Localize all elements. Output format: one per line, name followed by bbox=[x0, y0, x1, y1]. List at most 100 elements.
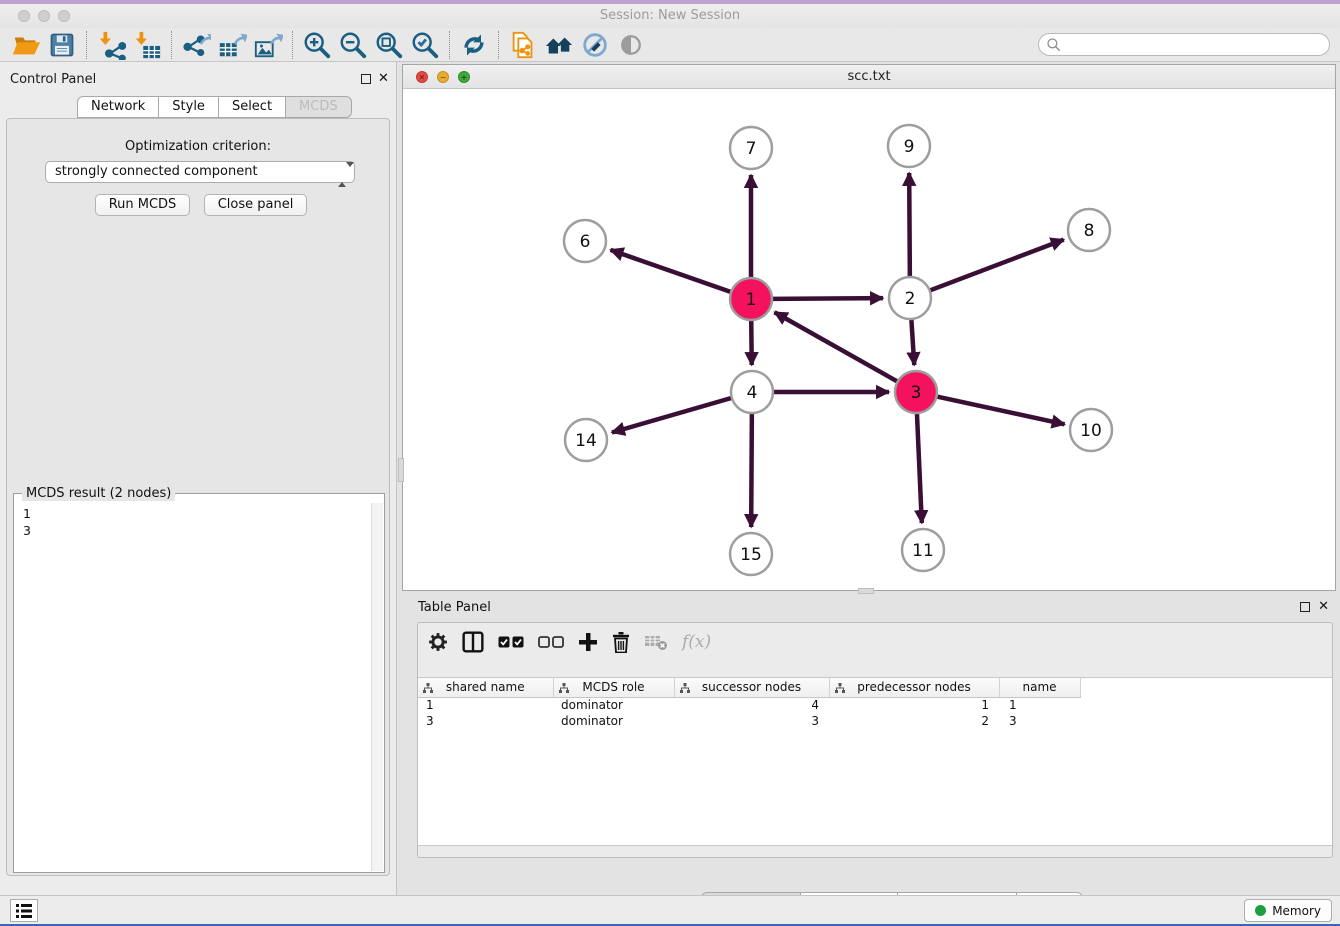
status-bar: Memory bbox=[0, 895, 1340, 924]
tab-select[interactable]: Select bbox=[219, 96, 286, 118]
column-header-name[interactable]: name bbox=[999, 678, 1080, 697]
graph-node-label: 10 bbox=[1080, 421, 1102, 441]
eye-button[interactable] bbox=[613, 29, 649, 61]
control-panel: Control Panel ✕ Network Style Select MCD… bbox=[0, 62, 397, 895]
graph-edge-1-2[interactable] bbox=[773, 298, 883, 299]
graph-edge-2-3[interactable] bbox=[911, 320, 914, 365]
table-row[interactable]: 1dominator411 bbox=[418, 697, 1080, 713]
table-cell: 3 bbox=[674, 713, 829, 729]
toolbar-separator bbox=[171, 31, 172, 59]
graph-edge-4-15[interactable] bbox=[751, 414, 752, 527]
show-columns-button columns-icon[interactable] bbox=[462, 631, 484, 653]
refresh-button[interactable] bbox=[456, 29, 492, 61]
result-line: 3 bbox=[23, 522, 371, 539]
table-cell: 4 bbox=[674, 697, 829, 713]
table-cell: dominator bbox=[553, 713, 674, 729]
column-sort-icon bbox=[835, 683, 845, 693]
tab-network[interactable]: Network bbox=[77, 96, 159, 118]
node-table: shared name MCDS role successor nodes pr… bbox=[418, 678, 1081, 729]
toolbar-separator bbox=[86, 31, 87, 59]
tab-mcds[interactable]: MCDS bbox=[286, 96, 352, 118]
export-image-button[interactable] bbox=[250, 29, 286, 61]
control-panel-close-button[interactable]: ✕ bbox=[378, 73, 389, 85]
horizontal-splitter-grip[interactable] bbox=[858, 588, 874, 594]
graph-edge-2-8[interactable] bbox=[931, 240, 1064, 291]
mcds-result-text[interactable]: 1 3 bbox=[15, 503, 371, 871]
function-builder-button fx-icon[interactable]: f(x) bbox=[682, 632, 711, 652]
network-window-titlebar[interactable]: ✕ − + scc.txt bbox=[403, 65, 1335, 89]
graph-node-label: 6 bbox=[580, 232, 591, 252]
toolbar-separator bbox=[292, 31, 293, 59]
graph-edge-3-1[interactable] bbox=[775, 312, 897, 381]
tab-style[interactable]: Style bbox=[159, 96, 219, 118]
copy-network-button[interactable] bbox=[505, 29, 541, 61]
table-panel-float-button[interactable] bbox=[1300, 602, 1310, 612]
network-graph: 1234678910111415 bbox=[403, 90, 1335, 591]
application-window: Session: New Session Control Panel ✕ bbox=[0, 0, 1340, 926]
column-header-successor-nodes[interactable]: successor nodes bbox=[674, 678, 829, 697]
export-network-button[interactable] bbox=[178, 29, 214, 61]
delete-column-button trash-icon[interactable] bbox=[612, 632, 630, 653]
result-scrollbar[interactable] bbox=[371, 503, 383, 871]
zoom-in-icon bbox=[302, 30, 332, 60]
search-field[interactable] bbox=[1038, 33, 1330, 56]
search-input[interactable] bbox=[1065, 35, 1321, 54]
zoom-out-icon bbox=[338, 30, 368, 60]
column-header-mcds-role[interactable]: MCDS role bbox=[553, 678, 674, 697]
column-header-predecessor-nodes[interactable]: predecessor nodes bbox=[829, 678, 999, 697]
export-table-button[interactable] bbox=[214, 29, 250, 61]
table-row[interactable]: 3dominator323 bbox=[418, 713, 1080, 729]
column-sort-icon bbox=[559, 683, 569, 693]
table-cell: dominator bbox=[553, 697, 674, 713]
zoom-out-button[interactable] bbox=[335, 29, 371, 61]
task-history-button[interactable] bbox=[10, 899, 38, 922]
graph-edge-3-11[interactable] bbox=[917, 414, 922, 523]
import-table-icon bbox=[132, 30, 162, 60]
copy-network-icon bbox=[508, 30, 538, 60]
zoom-fit-icon bbox=[374, 30, 404, 60]
vertical-splitter-grip[interactable] bbox=[398, 458, 404, 482]
style-toggle-button[interactable] bbox=[577, 29, 613, 61]
eye-icon bbox=[617, 31, 645, 59]
import-table-button[interactable] bbox=[129, 29, 165, 61]
refresh-icon bbox=[460, 31, 488, 59]
memory-label: Memory bbox=[1272, 904, 1321, 918]
graph-node-label: 7 bbox=[746, 139, 757, 159]
table-panel-title: Table Panel bbox=[418, 600, 491, 615]
control-panel-float-button[interactable] bbox=[361, 74, 371, 84]
column-header-shared-name[interactable]: shared name bbox=[418, 678, 553, 697]
zoom-in-button[interactable] bbox=[299, 29, 335, 61]
graph-edge-2-9[interactable] bbox=[909, 173, 910, 276]
save-session-button[interactable] bbox=[44, 29, 80, 61]
control-panel-tabs: Network Style Select MCDS bbox=[77, 96, 352, 118]
table-settings-button gear-icon[interactable] bbox=[428, 632, 448, 652]
delete-table-button table-x-icon[interactable] bbox=[644, 633, 668, 651]
graph-node-label: 2 bbox=[905, 289, 916, 309]
memory-button[interactable]: Memory bbox=[1244, 899, 1332, 922]
node-table-body: 1dominator4113dominator323 bbox=[418, 697, 1080, 729]
close-panel-button[interactable]: Close panel bbox=[204, 194, 307, 216]
zoom-selected-button[interactable] bbox=[407, 29, 443, 61]
control-panel-title: Control Panel bbox=[10, 72, 96, 87]
run-mcds-button[interactable]: Run MCDS bbox=[95, 194, 190, 216]
node-table-wrap: shared name MCDS role successor nodes pr… bbox=[418, 677, 1332, 846]
table-toolbar: f(x) bbox=[428, 631, 711, 653]
graph-edge-1-6[interactable] bbox=[610, 250, 730, 292]
add-column-button plus-icon[interactable] bbox=[578, 632, 598, 652]
table-panel-close-button[interactable]: ✕ bbox=[1318, 601, 1329, 613]
zoom-fit-button[interactable] bbox=[371, 29, 407, 61]
window-titlebar: Session: New Session bbox=[0, 4, 1340, 28]
select-all-button checked-boxes-icon[interactable] bbox=[498, 635, 524, 649]
optimization-criterion-select[interactable]: strongly connected component bbox=[45, 161, 355, 183]
style-slash-icon bbox=[580, 30, 610, 60]
graph-edge-3-10[interactable] bbox=[937, 397, 1064, 425]
mcds-result-title: MCDS result (2 nodes) bbox=[22, 486, 175, 501]
deselect-all-button unchecked-boxes-icon[interactable] bbox=[538, 635, 564, 649]
home-button[interactable] bbox=[541, 29, 577, 61]
network-window-title: scc.txt bbox=[403, 69, 1335, 84]
network-canvas[interactable]: 1234678910111415 bbox=[403, 90, 1335, 590]
open-session-button[interactable] bbox=[8, 29, 44, 61]
import-network-button[interactable] bbox=[93, 29, 129, 61]
table-cell: 1 bbox=[999, 697, 1080, 713]
graph-edge-4-14[interactable] bbox=[612, 398, 731, 432]
